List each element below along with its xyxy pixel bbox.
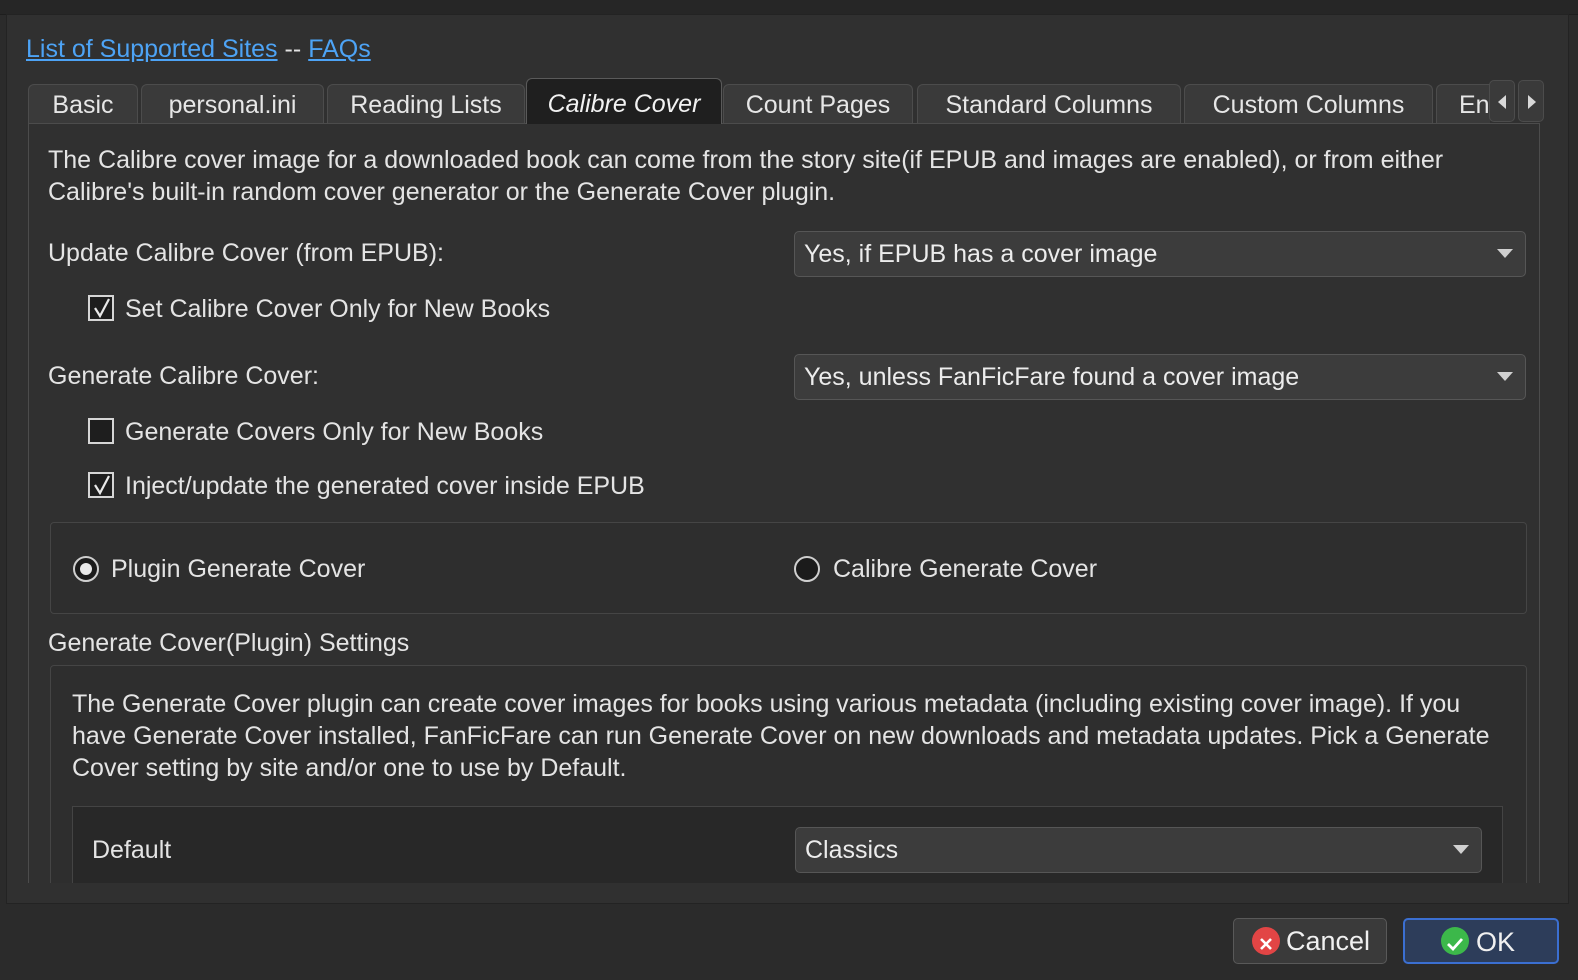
tab-reading-lists[interactable]: Reading Lists [327, 84, 525, 124]
tab-basic[interactable]: Basic [28, 84, 138, 124]
tab-scroll-left-button[interactable] [1489, 80, 1515, 122]
plugin-settings-group: The Generate Cover plugin can create cov… [50, 665, 1527, 883]
default-setting-value: Classics [805, 836, 899, 864]
cover-generator-group: Plugin Generate Cover Calibre Generate C… [50, 522, 1527, 614]
tab-en-truncated[interactable]: En [1436, 84, 1490, 124]
calibre-cover-pane: The Calibre cover image for a downloaded… [28, 123, 1540, 883]
plugin-generate-cover-label: Plugin Generate Cover [111, 555, 366, 583]
tab-calibre-cover[interactable]: Calibre Cover [526, 78, 722, 124]
default-setting-label: Default [92, 836, 172, 864]
triangle-right-icon [1528, 95, 1536, 109]
fanficfare-config-dialog: List of Supported Sites -- FAQs Basic pers… [0, 0, 1578, 980]
generate-cover-value: Yes, unless FanFicFare found a cover ima… [804, 363, 1300, 391]
tab-count-pages[interactable]: Count Pages [723, 84, 913, 124]
checkmark-icon [94, 475, 110, 496]
ok-check-icon [1441, 927, 1469, 955]
cancel-button[interactable]: Cancel [1233, 918, 1387, 964]
cover-intro-text: The Calibre cover image for a downloaded… [48, 146, 1444, 206]
help-links: List of Supported Sites -- FAQs [26, 34, 371, 64]
set-cover-new-books-label: Set Calibre Cover Only for New Books [125, 295, 551, 323]
site-settings-table: Default Classics [72, 806, 1503, 883]
set-cover-new-books-checkbox[interactable] [88, 295, 114, 321]
ok-label: OK [1476, 927, 1516, 957]
inject-cover-label: Inject/update the generated cover inside… [125, 472, 645, 500]
generate-new-books-checkbox[interactable] [88, 418, 114, 444]
triangle-left-icon [1498, 95, 1506, 109]
default-setting-select[interactable]: Classics [795, 827, 1482, 873]
calibre-generate-cover-radio[interactable] [794, 556, 820, 582]
update-cover-label: Update Calibre Cover (from EPUB): [48, 239, 444, 267]
tab-custom-columns[interactable]: Custom Columns [1184, 84, 1433, 124]
title-strip [0, 0, 1578, 15]
generate-cover-label: Generate Calibre Cover: [48, 362, 319, 390]
update-cover-value: Yes, if EPUB has a cover image [804, 240, 1158, 268]
chevron-down-icon [1497, 372, 1513, 381]
cancel-label: Cancel [1286, 926, 1371, 956]
inject-cover-checkbox[interactable] [88, 472, 114, 498]
generate-cover-select[interactable]: Yes, unless FanFicFare found a cover ima… [794, 354, 1526, 400]
update-cover-select[interactable]: Yes, if EPUB has a cover image [794, 231, 1526, 277]
checkmark-icon [94, 298, 110, 319]
tab-bar: Basic personal.ini Reading Lists Calibre… [28, 78, 1490, 124]
chevron-down-icon [1453, 845, 1469, 854]
plugin-settings-description: The Generate Cover plugin can create cov… [72, 690, 1490, 782]
faqs-link[interactable]: FAQs [308, 35, 371, 63]
plugin-settings-title: Generate Cover(Plugin) Settings [48, 629, 410, 657]
ok-button[interactable]: OK [1403, 918, 1559, 964]
calibre-generate-cover-label: Calibre Generate Cover [833, 555, 1098, 583]
tab-personal-ini[interactable]: personal.ini [141, 84, 324, 124]
plugin-generate-cover-radio[interactable] [73, 556, 99, 582]
cancel-icon [1252, 927, 1280, 955]
tab-standard-columns[interactable]: Standard Columns [917, 84, 1181, 124]
chevron-down-icon [1497, 249, 1513, 258]
links-separator: -- [284, 35, 302, 63]
supported-sites-link[interactable]: List of Supported Sites [26, 35, 278, 63]
tab-scroll-right-button[interactable] [1518, 80, 1544, 122]
generate-new-books-label: Generate Covers Only for New Books [125, 418, 544, 446]
